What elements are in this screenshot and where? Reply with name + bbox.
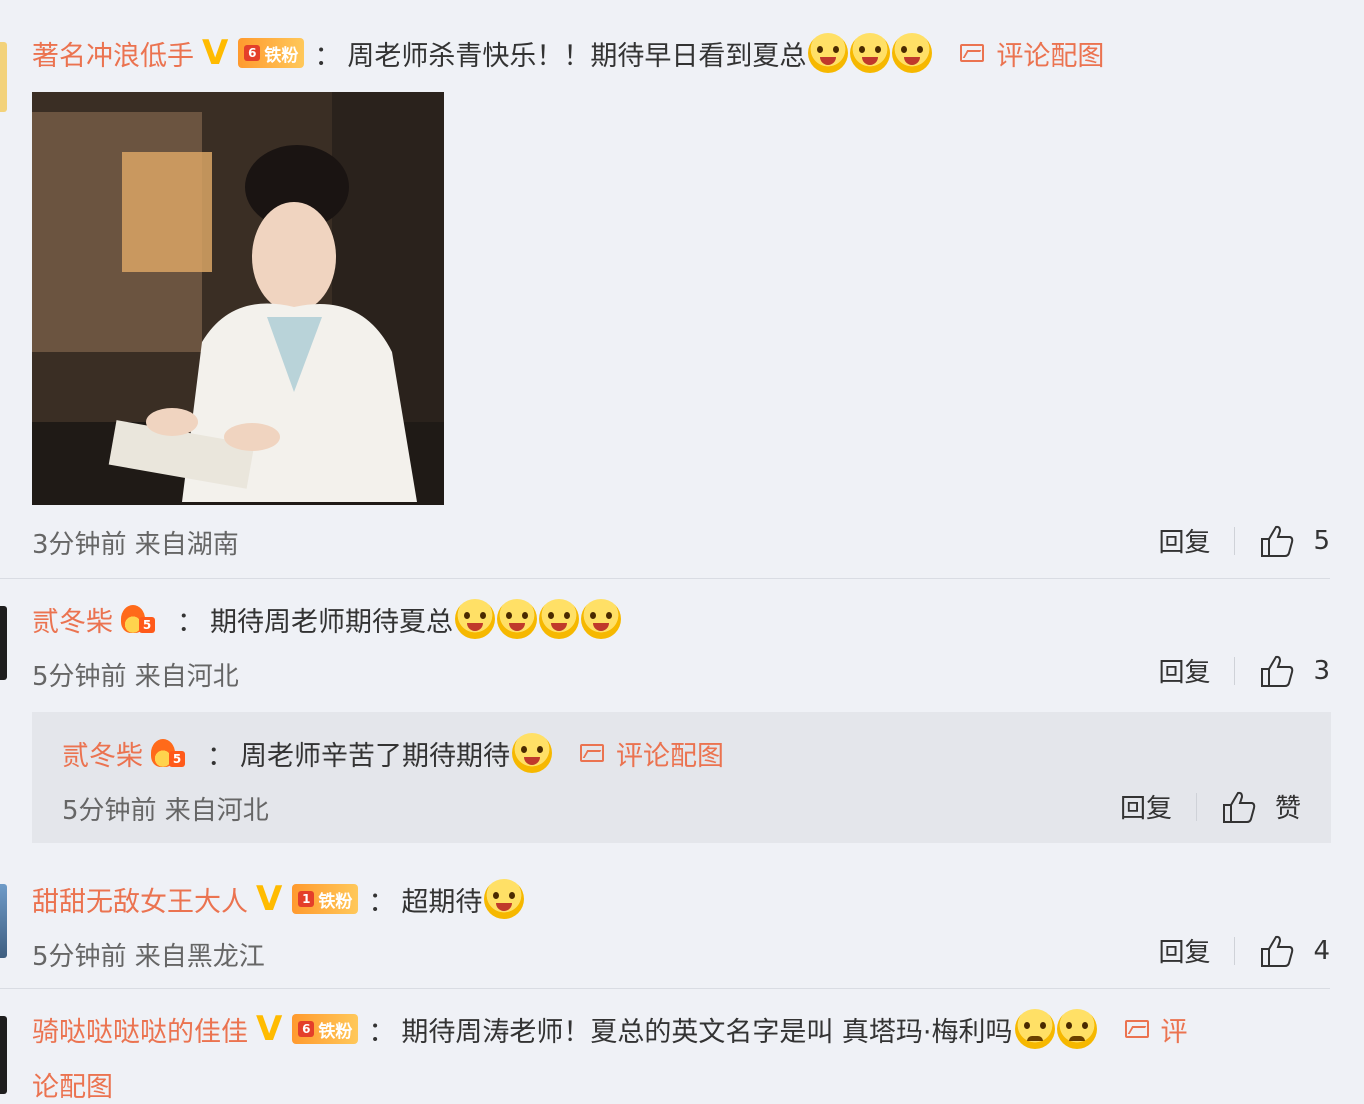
verified-icon: V <box>202 33 229 73</box>
divider <box>0 578 1330 579</box>
fan-level: 5 <box>169 751 185 767</box>
crying-laughing-emoji-icon <box>512 733 552 773</box>
comment-text: 周老师杀青快乐！！期待早日看到夏总 <box>347 40 807 72</box>
comment-image-link[interactable]: 评论配图 <box>960 34 1104 73</box>
crying-laughing-emoji-icon <box>539 599 579 639</box>
image-icon <box>1124 1020 1149 1038</box>
fan-level: 6 <box>244 45 261 61</box>
thumbs-up-icon[interactable] <box>1259 524 1295 558</box>
fan-badge[interactable]: 6 铁粉 <box>238 38 305 68</box>
fan-badge[interactable]: 6 铁粉 <box>292 1014 359 1044</box>
sub-reply: 贰冬柴 5 ： 周老师辛苦了期待期待 评论配图 5分钟前 来自河北 回复 赞 <box>32 712 1331 843</box>
photo-illustration <box>32 92 444 505</box>
comment-actions: 回复 4 <box>1158 932 1330 969</box>
sad-emoji-icon <box>1014 1009 1055 1049</box>
comment-line: 贰冬柴 5 ： 期待周老师期待夏总 <box>32 596 621 642</box>
comment-line: 骑哒哒哒哒的佳佳 V 6 铁粉 ： 期待周涛老师！夏总的英文名字是叫 真塔玛·梅利… <box>32 1006 1188 1052</box>
comment-image-link[interactable]: 评论配图 <box>580 734 724 773</box>
fan-badge[interactable]: 5 <box>151 738 197 768</box>
reply-button[interactable]: 回复 <box>1158 652 1210 689</box>
avatar[interactable] <box>0 606 7 680</box>
thumbs-up-icon[interactable] <box>1221 790 1257 824</box>
comment-image-link-label: 评论配图 <box>616 740 724 772</box>
fan-level: 5 <box>139 617 155 633</box>
sub-reply-actions: 回复 赞 <box>1120 788 1301 825</box>
divider <box>0 988 1330 989</box>
comment-text: 周老师辛苦了期待期待 <box>240 740 510 772</box>
username-link[interactable]: 骑哒哒哒哒的佳佳 <box>32 1010 248 1049</box>
comment-image[interactable] <box>32 92 444 505</box>
reply-button[interactable]: 回复 <box>1158 932 1210 969</box>
comment-meta: 5分钟前 来自河北 <box>32 662 239 692</box>
divider <box>1234 936 1236 965</box>
like-count: 3 <box>1313 655 1330 686</box>
colon: ： <box>368 886 396 918</box>
sub-reply-line: 贰冬柴 5 ： 周老师辛苦了期待期待 评论配图 <box>62 730 724 776</box>
reply-button[interactable]: 回复 <box>1120 788 1172 825</box>
surprised-emoji-icon <box>484 879 525 919</box>
comment-image-link[interactable]: 评 <box>1124 1010 1188 1049</box>
username-link[interactable]: 贰冬柴 <box>62 734 143 773</box>
comment-image-link-label: 评 <box>1160 1016 1188 1048</box>
colon: ： <box>177 606 204 638</box>
fan-badge-label: 铁粉 <box>318 1021 353 1042</box>
image-icon <box>960 44 985 62</box>
username-link[interactable]: 贰冬柴 <box>32 600 113 639</box>
avatar[interactable] <box>0 1016 7 1094</box>
image-icon <box>580 744 604 762</box>
comment-text: 超期待 <box>401 886 483 918</box>
colon: ： <box>368 1016 396 1048</box>
comment-line: 甜甜无敌女王大人 V 1 铁粉 ： 超期待 <box>32 876 525 922</box>
comment-line-wrap: 论配图 <box>32 1064 113 1104</box>
heart-eyes-emoji-icon <box>850 33 891 73</box>
comment-actions: 回复 3 <box>1158 652 1330 689</box>
fan-level: 6 <box>298 1021 315 1037</box>
sad-emoji-icon <box>1056 1009 1097 1049</box>
avatar[interactable] <box>0 42 7 112</box>
thumbs-up-icon[interactable] <box>1259 654 1295 688</box>
fan-badge-label: 铁粉 <box>318 891 353 912</box>
fan-level: 1 <box>298 891 315 907</box>
divider <box>1195 792 1197 821</box>
fan-badge[interactable]: 1 铁粉 <box>292 884 359 914</box>
crying-laughing-emoji-icon <box>581 599 621 639</box>
like-count: 5 <box>1313 525 1330 556</box>
like-count: 4 <box>1313 935 1330 966</box>
comment-text: 期待周涛老师！夏总的英文名字是叫 真塔玛·梅利吗 <box>401 1016 1013 1048</box>
colon: ： <box>314 40 342 72</box>
verified-icon: V <box>256 1009 283 1049</box>
colon: ： <box>207 740 234 772</box>
avatar[interactable] <box>0 884 7 958</box>
divider <box>1234 526 1236 555</box>
like-button-label[interactable]: 赞 <box>1275 788 1301 825</box>
thumbs-up-icon[interactable] <box>1259 934 1295 968</box>
comment-meta: 3分钟前 来自湖南 <box>32 530 239 560</box>
verified-icon: V <box>256 879 283 919</box>
username-link[interactable]: 甜甜无敌女王大人 <box>32 880 248 919</box>
comment-meta: 5分钟前 来自黑龙江 <box>32 942 265 972</box>
fan-badge-label: 铁粉 <box>264 45 299 66</box>
heart-eyes-emoji-icon <box>808 33 849 73</box>
heart-eyes-emoji-icon <box>892 33 933 73</box>
comment-image-link-label: 评论配图 <box>996 40 1105 72</box>
comment-meta: 5分钟前 来自河北 <box>62 796 269 826</box>
reply-button[interactable]: 回复 <box>1158 522 1210 559</box>
crying-laughing-emoji-icon <box>497 599 537 639</box>
comment-text: 期待周老师期待夏总 <box>210 606 453 638</box>
username-link[interactable]: 著名冲浪低手 <box>32 34 194 73</box>
comment-image-link-continued[interactable]: 论配图 <box>32 1065 113 1104</box>
crying-laughing-emoji-icon <box>455 599 495 639</box>
comment-line: 著名冲浪低手 V 6 铁粉 ： 周老师杀青快乐！！期待早日看到夏总 评论配图 <box>32 30 1104 76</box>
comment-actions: 回复 5 <box>1158 522 1330 559</box>
fan-badge[interactable]: 5 <box>121 604 167 634</box>
divider <box>1234 656 1236 685</box>
